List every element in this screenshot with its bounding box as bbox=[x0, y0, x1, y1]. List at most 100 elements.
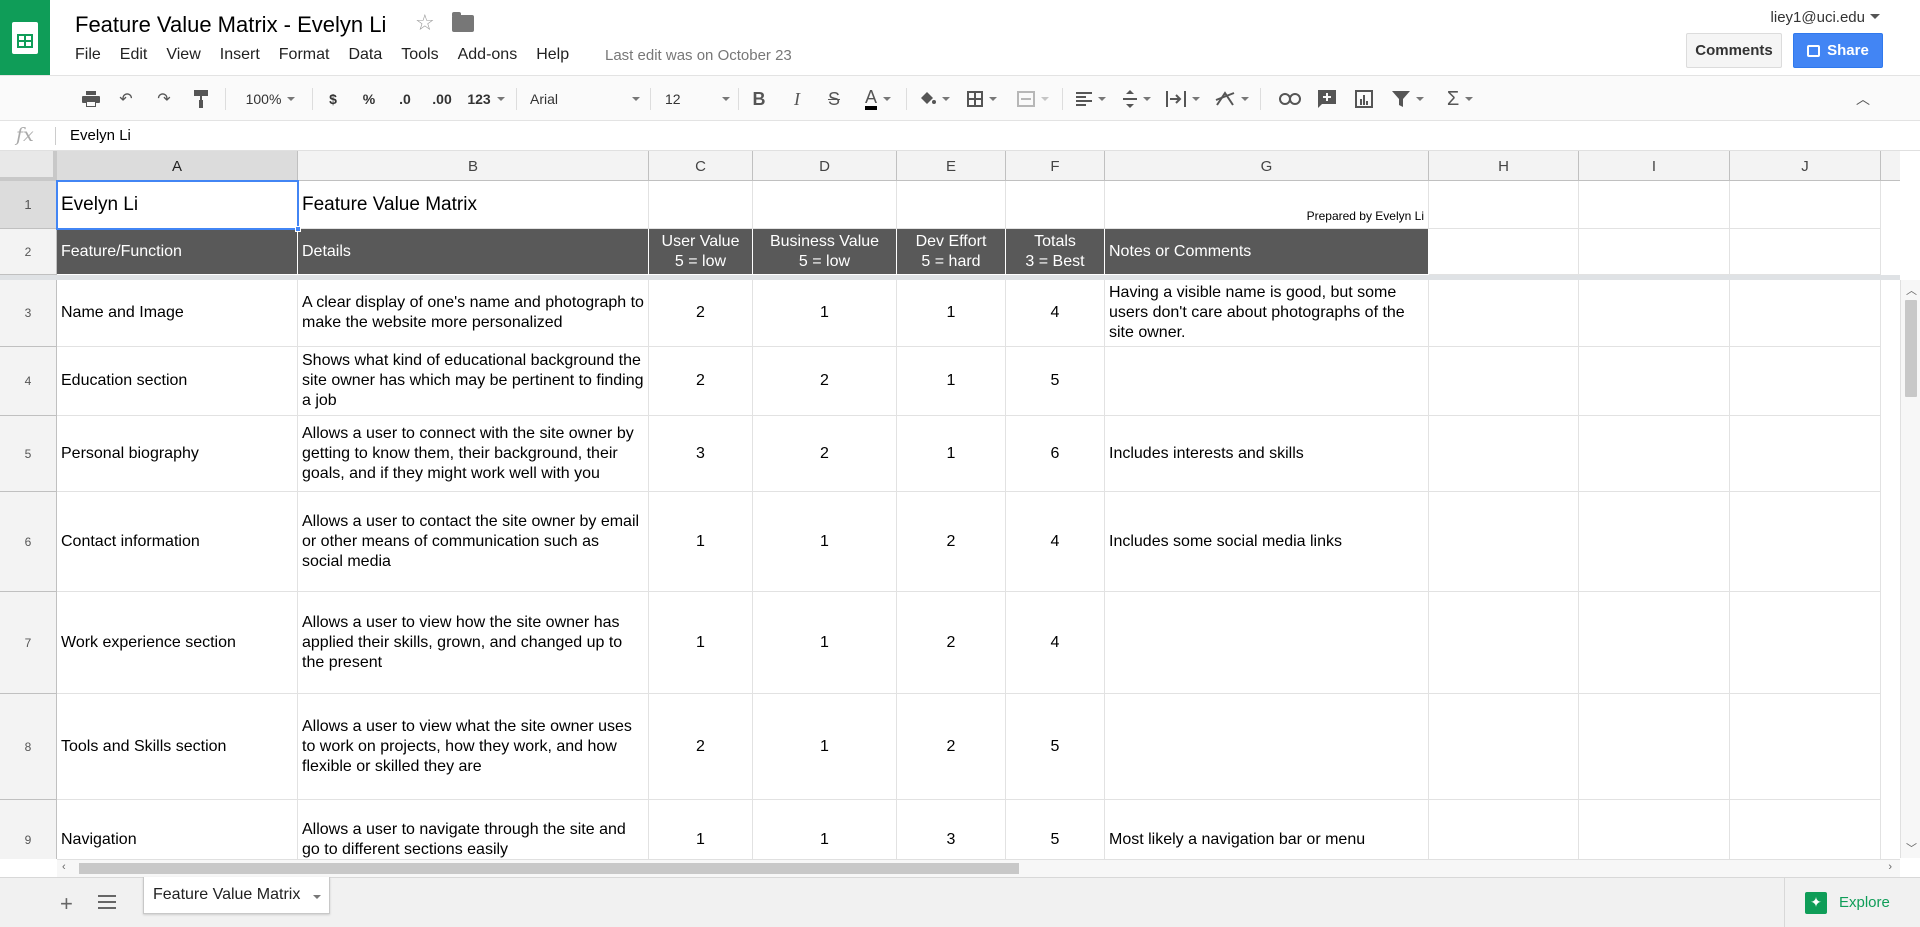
cell-g8[interactable] bbox=[1105, 694, 1429, 800]
cell-j7[interactable] bbox=[1730, 592, 1881, 694]
cell-d9[interactable]: 1 bbox=[753, 800, 897, 859]
cell-b5[interactable]: Allows a user to connect with the site o… bbox=[298, 416, 649, 492]
insert-chart-icon[interactable] bbox=[1352, 86, 1376, 112]
vertical-scrollbar[interactable]: ︿ ﹀ bbox=[1900, 280, 1920, 858]
cell-a7[interactable]: Work experience section bbox=[57, 592, 298, 694]
scroll-down-icon[interactable]: ﹀ bbox=[1906, 840, 1917, 856]
explore-button[interactable]: ✦ Explore bbox=[1784, 878, 1920, 927]
cell-j2[interactable] bbox=[1730, 229, 1881, 275]
text-wrapping-icon[interactable] bbox=[1163, 86, 1203, 112]
cell-g5[interactable]: Includes interests and skills bbox=[1105, 416, 1429, 492]
collapse-toolbar-icon[interactable]: ︿ bbox=[1852, 86, 1874, 112]
cell-a6[interactable]: Contact information bbox=[57, 492, 298, 592]
insert-link-icon[interactable] bbox=[1278, 86, 1302, 112]
cell-i1[interactable] bbox=[1579, 181, 1730, 229]
row-header-6[interactable]: 6 bbox=[0, 492, 57, 592]
text-rotation-icon[interactable] bbox=[1212, 86, 1252, 112]
cell-h1[interactable] bbox=[1429, 181, 1579, 229]
cell-c1[interactable] bbox=[649, 181, 753, 229]
cell-e9[interactable]: 3 bbox=[897, 800, 1006, 859]
cell-e5[interactable]: 1 bbox=[897, 416, 1006, 492]
cell-a9[interactable]: Navigation bbox=[57, 800, 298, 859]
menu-addons[interactable]: Add-ons bbox=[458, 46, 518, 64]
cell-h4[interactable] bbox=[1429, 347, 1579, 416]
column-header-b[interactable]: B bbox=[298, 151, 649, 181]
cell-g1[interactable]: Prepared by Evelyn Li bbox=[1105, 181, 1429, 229]
strikethrough-button[interactable]: S bbox=[823, 86, 845, 112]
zoom-select[interactable]: 100% bbox=[238, 86, 303, 112]
cell-i8[interactable] bbox=[1579, 694, 1730, 800]
cell-d2[interactable]: Business Value 5 = low bbox=[753, 229, 897, 275]
cell-h6[interactable] bbox=[1429, 492, 1579, 592]
cell-i7[interactable] bbox=[1579, 592, 1730, 694]
row-header-4[interactable]: 4 bbox=[0, 347, 57, 416]
cell-j8[interactable] bbox=[1730, 694, 1881, 800]
borders-icon[interactable] bbox=[963, 86, 1001, 112]
column-header-g[interactable]: G bbox=[1105, 151, 1429, 181]
bold-button[interactable]: B bbox=[748, 86, 770, 112]
cell-i4[interactable] bbox=[1579, 347, 1730, 416]
cell-j3[interactable] bbox=[1730, 280, 1881, 347]
menu-data[interactable]: Data bbox=[348, 46, 382, 64]
menu-file[interactable]: File bbox=[75, 46, 101, 64]
column-header-j[interactable]: J bbox=[1730, 151, 1881, 181]
cell-f9[interactable]: 5 bbox=[1006, 800, 1105, 859]
column-header-i[interactable]: I bbox=[1579, 151, 1730, 181]
filter-icon[interactable] bbox=[1388, 86, 1428, 112]
cell-f6[interactable]: 4 bbox=[1006, 492, 1105, 592]
menu-edit[interactable]: Edit bbox=[120, 46, 148, 64]
cell-h3[interactable] bbox=[1429, 280, 1579, 347]
menu-view[interactable]: View bbox=[166, 46, 200, 64]
cell-a3[interactable]: Name and Image bbox=[57, 280, 298, 347]
row-header-8[interactable]: 8 bbox=[0, 694, 57, 800]
cell-c8[interactable]: 2 bbox=[649, 694, 753, 800]
folder-icon[interactable] bbox=[452, 12, 474, 32]
account-email[interactable]: liey1@uci.edu bbox=[1771, 9, 1865, 26]
font-select[interactable]: Arial bbox=[530, 86, 640, 112]
cell-c4[interactable]: 2 bbox=[649, 347, 753, 416]
decrease-decimal-button[interactable]: .0 bbox=[394, 86, 416, 112]
cell-e1[interactable] bbox=[897, 181, 1006, 229]
cell-d3[interactable]: 1 bbox=[753, 280, 897, 347]
cell-j6[interactable] bbox=[1730, 492, 1881, 592]
cell-i2[interactable] bbox=[1579, 229, 1730, 275]
star-icon[interactable]: ☆ bbox=[415, 10, 435, 36]
menu-format[interactable]: Format bbox=[279, 46, 330, 64]
cell-c3[interactable]: 2 bbox=[649, 280, 753, 347]
print-icon[interactable] bbox=[80, 86, 102, 112]
cell-e4[interactable]: 1 bbox=[897, 347, 1006, 416]
cell-d1[interactable] bbox=[753, 181, 897, 229]
cell-i3[interactable] bbox=[1579, 280, 1730, 347]
horizontal-align-icon[interactable] bbox=[1072, 86, 1110, 112]
account-dropdown-icon[interactable] bbox=[1870, 14, 1880, 24]
cell-e3[interactable]: 1 bbox=[897, 280, 1006, 347]
cell-j1[interactable] bbox=[1730, 181, 1881, 229]
cell-h5[interactable] bbox=[1429, 416, 1579, 492]
formula-input[interactable]: Evelyn Li bbox=[70, 127, 131, 144]
cell-a5[interactable]: Personal biography bbox=[57, 416, 298, 492]
row-header-7[interactable]: 7 bbox=[0, 592, 57, 694]
redo-icon[interactable]: ↷ bbox=[153, 86, 175, 112]
cell-d8[interactable]: 1 bbox=[753, 694, 897, 800]
cell-h9[interactable] bbox=[1429, 800, 1579, 859]
percent-format-button[interactable]: % bbox=[359, 86, 379, 112]
cell-b6[interactable]: Allows a user to contact the site owner … bbox=[298, 492, 649, 592]
cell-g6[interactable]: Includes some social media links bbox=[1105, 492, 1429, 592]
cell-i5[interactable] bbox=[1579, 416, 1730, 492]
paint-format-icon[interactable] bbox=[191, 86, 213, 112]
scroll-right-icon[interactable]: › bbox=[1888, 861, 1892, 873]
cell-d5[interactable]: 2 bbox=[753, 416, 897, 492]
more-formats-select[interactable]: 123 bbox=[465, 86, 507, 112]
insert-comment-icon[interactable] bbox=[1315, 86, 1339, 112]
cell-j9[interactable] bbox=[1730, 800, 1881, 859]
cell-g9[interactable]: Most likely a navigation bar or menu bbox=[1105, 800, 1429, 859]
column-header-c[interactable]: C bbox=[649, 151, 753, 181]
cell-j4[interactable] bbox=[1730, 347, 1881, 416]
horizontal-scrollbar[interactable]: ‹ › bbox=[57, 859, 1900, 877]
cell-g3[interactable]: Having a visible name is good, but some … bbox=[1105, 280, 1429, 347]
cell-f4[interactable]: 5 bbox=[1006, 347, 1105, 416]
cell-f5[interactable]: 6 bbox=[1006, 416, 1105, 492]
column-header-f[interactable]: F bbox=[1006, 151, 1105, 181]
menu-help[interactable]: Help bbox=[536, 46, 569, 64]
cell-j5[interactable] bbox=[1730, 416, 1881, 492]
